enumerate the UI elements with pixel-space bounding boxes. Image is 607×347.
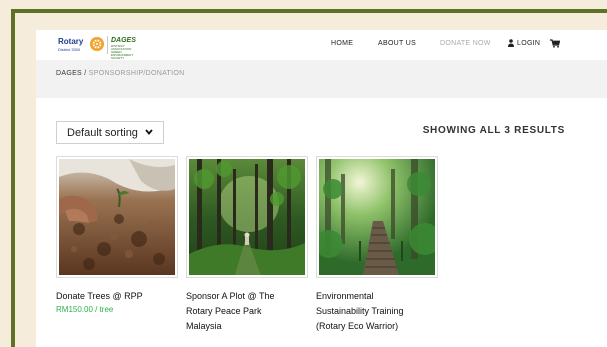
- nav-donate-now[interactable]: DONATE NOW: [440, 40, 491, 47]
- cart-icon[interactable]: [550, 39, 560, 48]
- nav-login[interactable]: LOGIN: [517, 40, 540, 47]
- rotary-logo[interactable]: Rotary District 3300: [56, 36, 104, 54]
- soil-planting-image: [59, 159, 175, 275]
- product-title-eco-training[interactable]: Environmental Sustainability Training (R…: [316, 289, 404, 334]
- nav-home[interactable]: HOME: [331, 40, 353, 47]
- logo-divider: [107, 36, 108, 54]
- dages-logo-text: DAGES: [111, 37, 136, 44]
- product-title-line: Environmental: [316, 291, 374, 301]
- product-image-donate-trees[interactable]: [56, 156, 178, 278]
- product-title-line: (Rotary Eco Warrior): [316, 321, 399, 331]
- product-title-donate-trees[interactable]: Donate Trees @ RPP: [56, 289, 143, 304]
- breadcrumb-home-link[interactable]: DAGES: [56, 70, 82, 77]
- rotary-wheel-icon: [90, 37, 104, 51]
- rotary-district-text: District 3300: [58, 47, 81, 52]
- product-image-sponsor-plot[interactable]: [186, 156, 308, 278]
- product-title-sponsor-plot[interactable]: Sponsor A Plot @ The Rotary Peace Park M…: [186, 289, 275, 334]
- dages-logo-tagline: DISTRICT ASSOCIATION GREEN ENVIRONMENT S…: [111, 44, 134, 60]
- dages-logo[interactable]: DAGES DISTRICT ASSOCIATION GREEN ENVIRON…: [111, 37, 139, 60]
- product-title-line: Sponsor A Plot @ The: [186, 291, 275, 301]
- sort-select[interactable]: Default sorting: [56, 121, 164, 144]
- chevron-down-icon: [145, 129, 153, 135]
- rotary-logo-text: Rotary: [58, 37, 84, 46]
- product-image-eco-training[interactable]: [316, 156, 438, 278]
- breadcrumb-separator: /: [82, 70, 89, 77]
- product-price-donate-trees: RM150.00 / tree: [56, 305, 114, 314]
- product-title-line: Malaysia: [186, 321, 222, 331]
- results-count: SHOWING ALL 3 RESULTS: [422, 125, 565, 136]
- site-header: Rotary District 3300 DAGES DISTRICT ASSO…: [36, 30, 607, 60]
- sort-select-value: Default sorting: [67, 127, 138, 139]
- forest-boardwalk-image: [319, 159, 435, 275]
- breadcrumb-bar: [36, 60, 607, 98]
- breadcrumb: DAGES / SPONSORSHIP/DONATION: [56, 70, 184, 77]
- breadcrumb-current: SPONSORSHIP/DONATION: [88, 70, 185, 77]
- product-title-line: Sustainability Training: [316, 306, 404, 316]
- product-title-line: Rotary Peace Park: [186, 306, 262, 316]
- forest-walk-image: [189, 159, 305, 275]
- user-icon: [508, 39, 514, 47]
- nav-about-us[interactable]: ABOUT US: [378, 40, 416, 47]
- product-title-line: Donate Trees @ RPP: [56, 291, 143, 301]
- page-card: Rotary District 3300 DAGES DISTRICT ASSO…: [36, 30, 607, 347]
